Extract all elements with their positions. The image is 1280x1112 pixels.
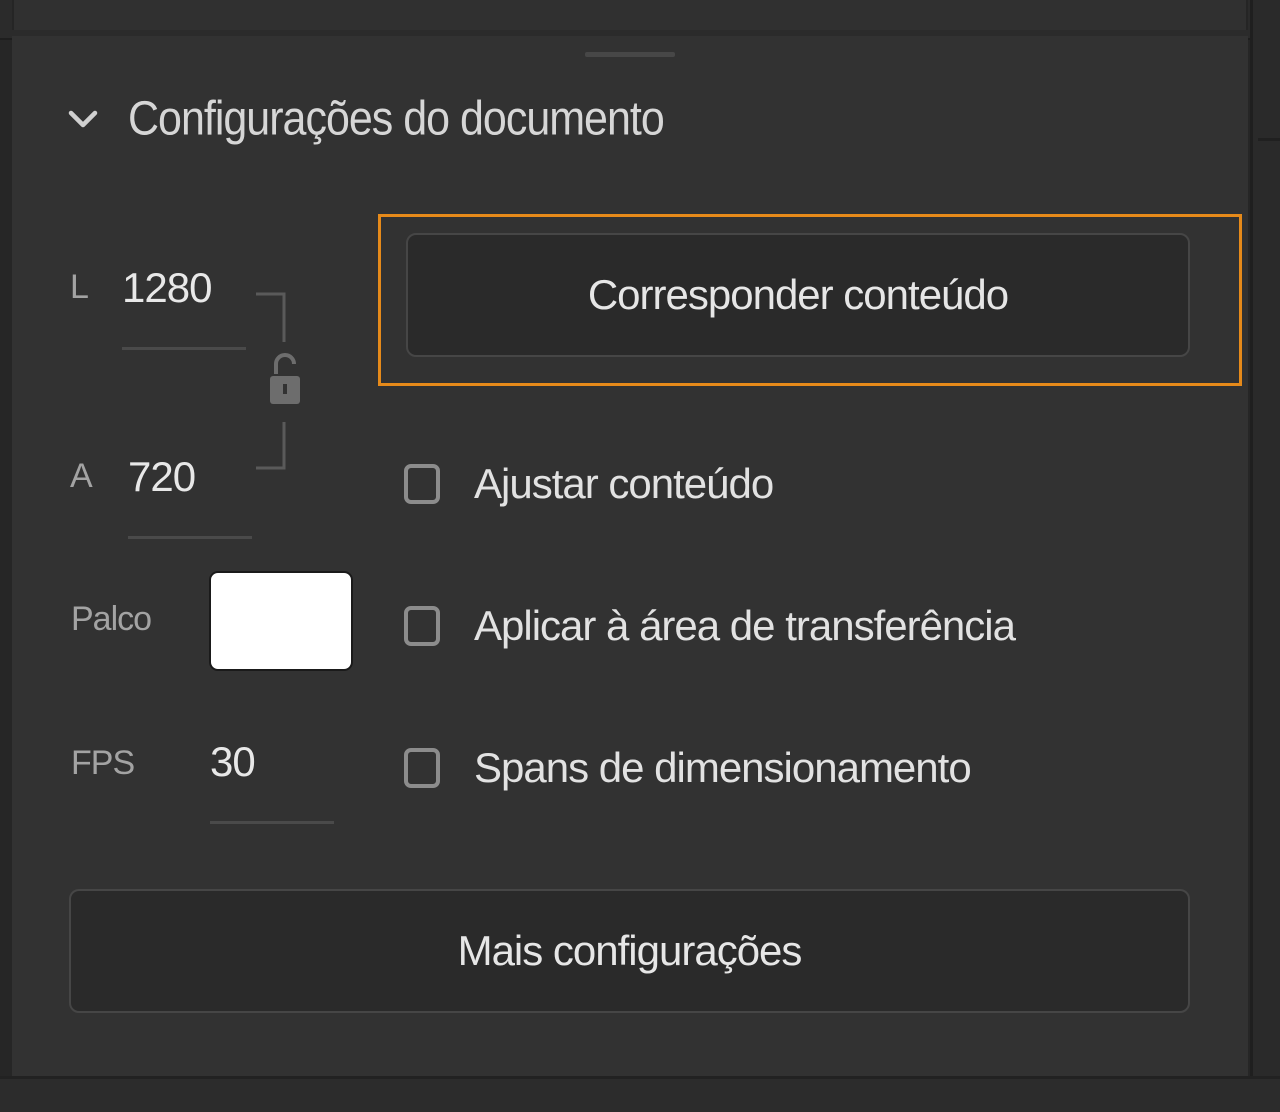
- chevron-down-icon: [68, 110, 98, 128]
- height-input[interactable]: [128, 451, 250, 503]
- fps-input-underline: [210, 821, 334, 824]
- width-input-underline: [122, 347, 246, 350]
- scale-content-checkbox[interactable]: [404, 464, 440, 504]
- stage-color-swatch[interactable]: [209, 571, 353, 671]
- more-settings-button[interactable]: Mais configurações: [69, 889, 1190, 1013]
- match-contents-button[interactable]: Corresponder conteúdo: [406, 233, 1190, 357]
- fps-label: FPS: [71, 744, 135, 782]
- bottom-panel-strip: [0, 1076, 1280, 1112]
- height-input-underline: [128, 536, 252, 539]
- section-header-toggle[interactable]: Configurações do documento: [66, 84, 665, 154]
- section-title: Configurações do documento: [128, 91, 665, 146]
- edge-notch: [1258, 138, 1280, 141]
- right-panel-edge: [1250, 0, 1280, 1109]
- unlock-icon[interactable]: [268, 352, 302, 406]
- top-panel-strip: [0, 0, 1280, 40]
- height-label: A: [70, 457, 93, 495]
- fps-input[interactable]: [210, 736, 334, 788]
- scale-content-checkbox-row[interactable]: Ajustar conteúdo: [404, 460, 774, 508]
- apply-pasteboard-checkbox-row[interactable]: Aplicar à área de transferência: [404, 602, 1016, 650]
- scale-spans-label: Spans de dimensionamento: [474, 744, 972, 791]
- scale-content-label: Ajustar conteúdo: [474, 460, 774, 507]
- panel-drag-handle[interactable]: [585, 52, 675, 57]
- scale-spans-checkbox[interactable]: [404, 748, 440, 788]
- stage-label: Palco: [71, 600, 152, 638]
- apply-pasteboard-label: Aplicar à área de transferência: [474, 602, 1016, 649]
- apply-pasteboard-checkbox[interactable]: [404, 606, 440, 646]
- scale-spans-checkbox-row[interactable]: Spans de dimensionamento: [404, 744, 972, 792]
- width-label: L: [70, 268, 89, 306]
- width-input[interactable]: [122, 262, 244, 314]
- top-panel-inner: [12, 0, 1248, 30]
